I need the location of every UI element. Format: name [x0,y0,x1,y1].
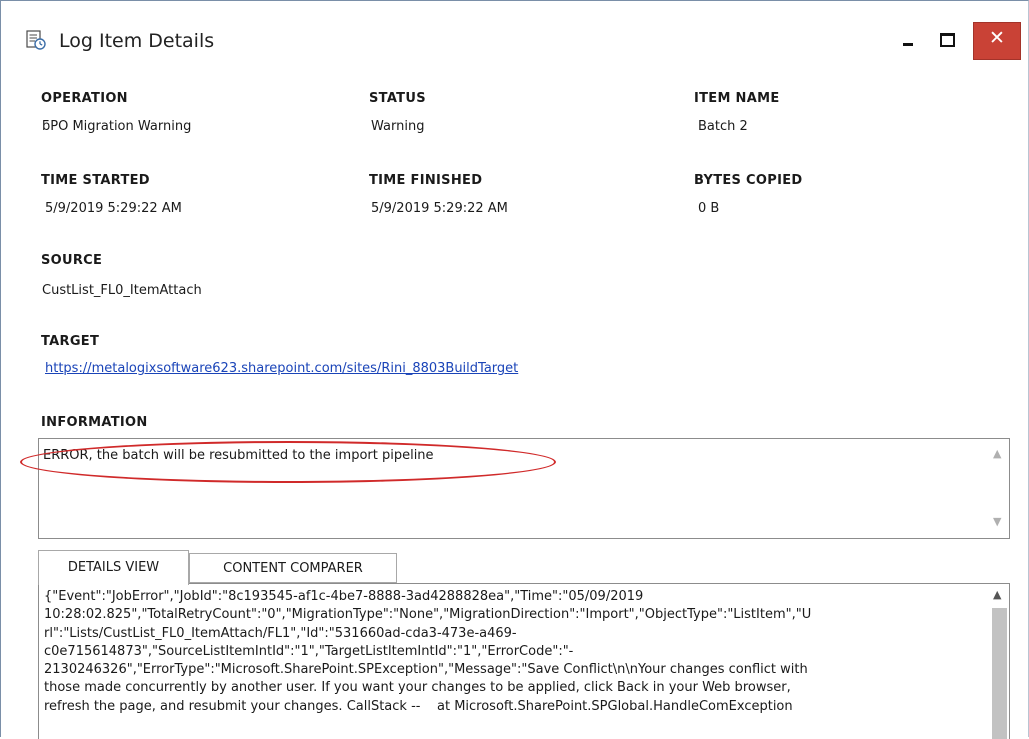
source-label: SOURCE [41,253,103,268]
minimize-button[interactable] [895,21,923,59]
tab-details-view-label: DETAILS VIEW [67,560,160,575]
scroll-up-icon[interactable]: ▲ [993,447,1001,460]
information-label: INFORMATION [41,415,148,430]
scroll-up-icon[interactable]: ▲ [993,588,1001,601]
item-name-value: Batch 2 [698,119,748,134]
target-link[interactable]: https://metalogixsoftware623.sharepoint.… [45,361,518,376]
item-name-label: ITEM NAME [694,91,780,106]
status-value: Warning [371,119,425,134]
maximize-icon [940,33,955,47]
minimize-icon [903,43,913,46]
window-title: Log Item Details [59,30,215,52]
details-text: {"Event":"JobError","JobId":"8c193545-af… [44,589,812,714]
scrollbar-thumb[interactable] [992,608,1007,739]
status-label: STATUS [369,91,426,106]
close-button[interactable]: ✕ [973,22,1021,60]
information-text: ERROR, the batch will be resubmitted to … [43,448,434,463]
information-textbox[interactable]: ERROR, the batch will be resubmitted to … [38,438,1010,539]
tab-content-comparer-label: CONTENT COMPARER [223,561,363,576]
target-label: TARGET [41,334,100,349]
log-item-icon [26,30,46,50]
time-started-value: 5/9/2019 5:29:22 AM [45,201,182,216]
tab-details-view[interactable]: DETAILS VIEW [38,550,189,585]
operation-value: ƃPO Migration Warning [42,119,192,134]
time-finished-value: 5/9/2019 5:29:22 AM [371,201,508,216]
details-scrollbar[interactable]: ▲ [989,584,1009,739]
maximize-button[interactable] [933,21,961,59]
operation-label: OPERATION [41,91,128,106]
bytes-copied-value: 0 B [698,201,720,216]
log-item-details-window: Log Item Details ✕ OPERATION ƃPO Migrati… [0,0,1029,739]
close-icon: ✕ [989,27,1005,49]
title-bar[interactable]: Log Item Details ✕ [1,1,1028,77]
time-finished-label: TIME FINISHED [369,173,483,188]
time-started-label: TIME STARTED [41,173,150,188]
information-scrollbar[interactable]: ▲ ▼ [989,439,1009,538]
details-textbox[interactable]: {"Event":"JobError","JobId":"8c193545-af… [38,583,1010,739]
bytes-copied-label: BYTES COPIED [694,173,803,188]
source-value: CustList_FL0_ItemAttach [42,283,202,298]
scroll-down-icon[interactable]: ▼ [993,515,1001,528]
tab-content-comparer[interactable]: CONTENT COMPARER [189,553,397,583]
